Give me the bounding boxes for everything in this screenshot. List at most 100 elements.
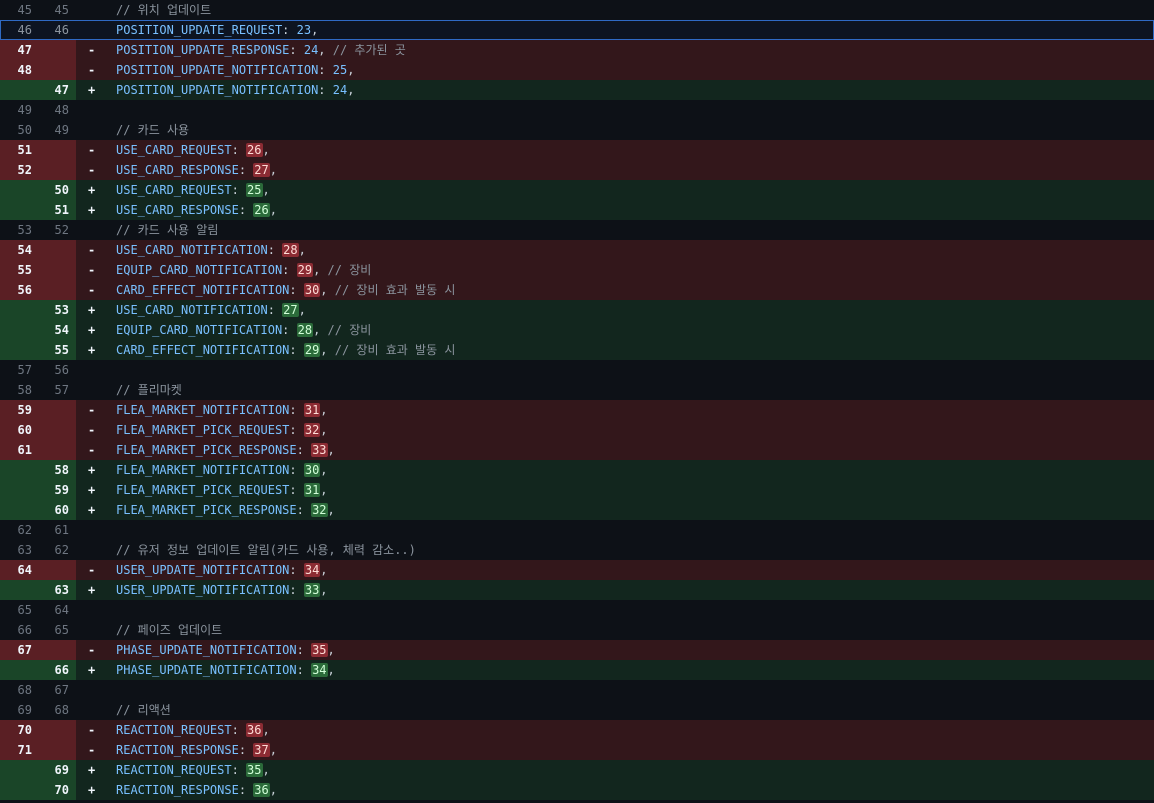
new-line-number[interactable]: 67 bbox=[39, 680, 76, 700]
new-line-number[interactable] bbox=[39, 280, 76, 300]
old-line-number[interactable]: 53 bbox=[0, 220, 39, 240]
diff-line[interactable]: 51 + USE_CARD_RESPONSE: 26, bbox=[0, 200, 1154, 220]
diff-line[interactable]: 59 + FLEA_MARKET_PICK_REQUEST: 31, bbox=[0, 480, 1154, 500]
diff-line[interactable]: 70 + REACTION_RESPONSE: 36, bbox=[0, 780, 1154, 800]
diff-line[interactable]: 47 - POSITION_UPDATE_RESPONSE: 24, // 추가된 … bbox=[0, 40, 1154, 60]
diff-line[interactable]: 50 49 // 카드 사용 bbox=[0, 120, 1154, 140]
new-line-number[interactable] bbox=[39, 640, 76, 660]
diff-line[interactable]: 49 48 bbox=[0, 100, 1154, 120]
diff-line[interactable]: 52 - USE_CARD_RESPONSE: 27, bbox=[0, 160, 1154, 180]
new-line-number[interactable]: 47 bbox=[39, 80, 76, 100]
new-line-number[interactable] bbox=[39, 720, 76, 740]
old-line-number[interactable] bbox=[0, 300, 39, 320]
diff-line[interactable]: 61 - FLEA_MARKET_PICK_RESPONSE: 33, bbox=[0, 440, 1154, 460]
new-line-number[interactable]: 48 bbox=[39, 100, 76, 120]
diff-line[interactable]: 53 + USE_CARD_NOTIFICATION: 27, bbox=[0, 300, 1154, 320]
diff-line[interactable]: 69 68 // 리액션 bbox=[0, 700, 1154, 720]
diff-line[interactable]: 63 + USER_UPDATE_NOTIFICATION: 33, bbox=[0, 580, 1154, 600]
new-line-number[interactable] bbox=[39, 440, 76, 460]
diff-line[interactable]: 58 57 // 플리마켓 bbox=[0, 380, 1154, 400]
new-line-number[interactable]: 68 bbox=[39, 700, 76, 720]
new-line-number[interactable]: 51 bbox=[39, 200, 76, 220]
diff-line[interactable]: 64 - USER_UPDATE_NOTIFICATION: 34, bbox=[0, 560, 1154, 580]
diff-line[interactable]: 55 + CARD_EFFECT_NOTIFICATION: 29, // 장비 효… bbox=[0, 340, 1154, 360]
diff-line[interactable]: 69 + REACTION_REQUEST: 35, bbox=[0, 760, 1154, 780]
old-line-number[interactable]: 64 bbox=[0, 560, 39, 580]
diff-line[interactable]: 57 56 bbox=[0, 360, 1154, 380]
old-line-number[interactable] bbox=[0, 780, 39, 800]
diff-line[interactable]: 63 62 // 유저 정보 업데이트 알림(카드 사용, 체력 감소..) bbox=[0, 540, 1154, 560]
old-line-number[interactable]: 52 bbox=[0, 160, 39, 180]
new-line-number[interactable]: 46 bbox=[39, 20, 76, 40]
new-line-number[interactable]: 57 bbox=[39, 380, 76, 400]
diff-line[interactable]: 54 + EQUIP_CARD_NOTIFICATION: 28, // 장비 bbox=[0, 320, 1154, 340]
old-line-number[interactable]: 61 bbox=[0, 440, 39, 460]
diff-line[interactable]: 53 52 // 카드 사용 알림 bbox=[0, 220, 1154, 240]
old-line-number[interactable]: 66 bbox=[0, 620, 39, 640]
new-line-number[interactable] bbox=[39, 60, 76, 80]
new-line-number[interactable] bbox=[39, 420, 76, 440]
old-line-number[interactable]: 70 bbox=[0, 720, 39, 740]
new-line-number[interactable]: 52 bbox=[39, 220, 76, 240]
new-line-number[interactable]: 70 bbox=[39, 780, 76, 800]
old-line-number[interactable] bbox=[0, 480, 39, 500]
new-line-number[interactable]: 62 bbox=[39, 540, 76, 560]
old-line-number[interactable]: 60 bbox=[0, 420, 39, 440]
old-line-number[interactable]: 57 bbox=[0, 360, 39, 380]
old-line-number[interactable]: 46 bbox=[0, 20, 39, 40]
diff-line[interactable]: 66 + PHASE_UPDATE_NOTIFICATION: 34, bbox=[0, 660, 1154, 680]
old-line-number[interactable] bbox=[0, 760, 39, 780]
old-line-number[interactable]: 63 bbox=[0, 540, 39, 560]
new-line-number[interactable]: 54 bbox=[39, 320, 76, 340]
old-line-number[interactable]: 65 bbox=[0, 600, 39, 620]
new-line-number[interactable]: 45 bbox=[39, 0, 76, 20]
new-line-number[interactable]: 49 bbox=[39, 120, 76, 140]
old-line-number[interactable]: 69 bbox=[0, 700, 39, 720]
diff-line[interactable]: 58 + FLEA_MARKET_NOTIFICATION: 30, bbox=[0, 460, 1154, 480]
new-line-number[interactable]: 69 bbox=[39, 760, 76, 780]
old-line-number[interactable]: 62 bbox=[0, 520, 39, 540]
old-line-number[interactable]: 58 bbox=[0, 380, 39, 400]
old-line-number[interactable]: 67 bbox=[0, 640, 39, 660]
new-line-number[interactable]: 61 bbox=[39, 520, 76, 540]
old-line-number[interactable] bbox=[0, 340, 39, 360]
new-line-number[interactable]: 50 bbox=[39, 180, 76, 200]
diff-line[interactable]: 68 67 bbox=[0, 680, 1154, 700]
diff-line[interactable]: 45 45 // 위치 업데이트 bbox=[0, 0, 1154, 20]
old-line-number[interactable]: 55 bbox=[0, 260, 39, 280]
old-line-number[interactable]: 48 bbox=[0, 60, 39, 80]
new-line-number[interactable] bbox=[39, 160, 76, 180]
new-line-number[interactable]: 65 bbox=[39, 620, 76, 640]
diff-line[interactable]: 47 + POSITION_UPDATE_NOTIFICATION: 24, bbox=[0, 80, 1154, 100]
new-line-number[interactable]: 55 bbox=[39, 340, 76, 360]
old-line-number[interactable]: 54 bbox=[0, 240, 39, 260]
diff-line[interactable]: 46 46 POSITION_UPDATE_REQUEST: 23, bbox=[0, 20, 1154, 40]
old-line-number[interactable]: 50 bbox=[0, 120, 39, 140]
old-line-number[interactable] bbox=[0, 180, 39, 200]
new-line-number[interactable]: 66 bbox=[39, 660, 76, 680]
new-line-number[interactable]: 63 bbox=[39, 580, 76, 600]
new-line-number[interactable] bbox=[39, 260, 76, 280]
diff-line[interactable]: 50 + USE_CARD_REQUEST: 25, bbox=[0, 180, 1154, 200]
old-line-number[interactable] bbox=[0, 500, 39, 520]
diff-line[interactable]: 55 - EQUIP_CARD_NOTIFICATION: 29, // 장비 bbox=[0, 260, 1154, 280]
old-line-number[interactable]: 47 bbox=[0, 40, 39, 60]
diff-line[interactable]: 60 + FLEA_MARKET_PICK_RESPONSE: 32, bbox=[0, 500, 1154, 520]
diff-line[interactable]: 70 - REACTION_REQUEST: 36, bbox=[0, 720, 1154, 740]
old-line-number[interactable] bbox=[0, 200, 39, 220]
new-line-number[interactable] bbox=[39, 560, 76, 580]
diff-line[interactable]: 54 - USE_CARD_NOTIFICATION: 28, bbox=[0, 240, 1154, 260]
new-line-number[interactable]: 60 bbox=[39, 500, 76, 520]
new-line-number[interactable]: 58 bbox=[39, 460, 76, 480]
new-line-number[interactable] bbox=[39, 240, 76, 260]
new-line-number[interactable]: 53 bbox=[39, 300, 76, 320]
old-line-number[interactable] bbox=[0, 460, 39, 480]
old-line-number[interactable]: 68 bbox=[0, 680, 39, 700]
old-line-number[interactable] bbox=[0, 320, 39, 340]
old-line-number[interactable]: 59 bbox=[0, 400, 39, 420]
diff-line[interactable]: 62 61 bbox=[0, 520, 1154, 540]
new-line-number[interactable] bbox=[39, 400, 76, 420]
new-line-number[interactable] bbox=[39, 740, 76, 760]
diff-line[interactable]: 60 - FLEA_MARKET_PICK_REQUEST: 32, bbox=[0, 420, 1154, 440]
new-line-number[interactable]: 59 bbox=[39, 480, 76, 500]
